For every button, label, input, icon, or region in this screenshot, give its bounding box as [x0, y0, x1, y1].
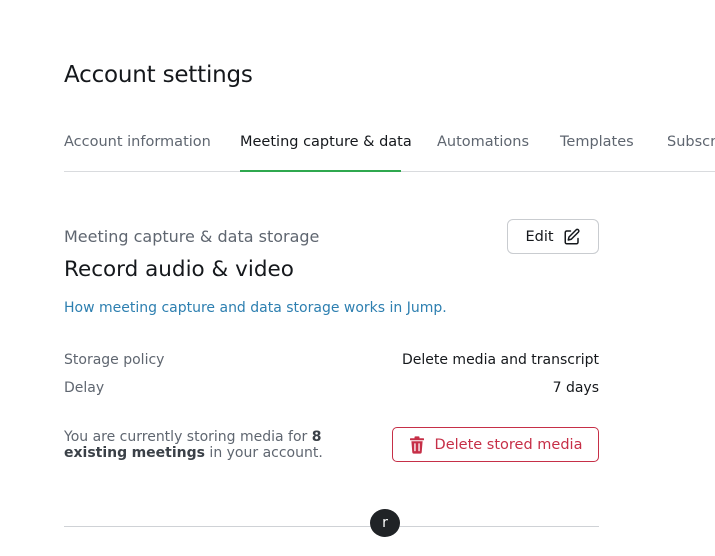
- settings-tabs: Account information Meeting capture & da…: [64, 124, 715, 172]
- edit-button-label: Edit: [525, 228, 554, 245]
- storage-note-meetings: meetings: [131, 445, 205, 461]
- trash-icon: [409, 435, 425, 454]
- storage-note-suffix: in your account.: [204, 445, 323, 461]
- tab-templates[interactable]: Templates: [560, 134, 634, 150]
- delay-value: 7 days: [552, 380, 599, 396]
- storage-policy-value: Delete media and transcript: [401, 352, 599, 368]
- section-title: Record audio & video: [64, 257, 294, 282]
- delete-stored-media-button[interactable]: Delete stored media: [392, 427, 599, 462]
- page-title: Account settings: [64, 62, 253, 88]
- tab-meeting-capture-data[interactable]: Meeting capture & data: [240, 134, 412, 150]
- avatar[interactable]: r: [370, 509, 400, 537]
- storage-policy-label: Storage policy: [64, 352, 165, 368]
- section-label: Meeting capture & data storage: [64, 227, 320, 246]
- storage-note: You are currently storing media for 8 ex…: [64, 429, 374, 461]
- tab-subscription[interactable]: Subscr: [667, 134, 715, 150]
- edit-button[interactable]: Edit: [507, 219, 599, 254]
- tab-account-information[interactable]: Account information: [64, 134, 211, 150]
- delay-label: Delay: [64, 380, 105, 396]
- account-settings-page: Account settings Account information Mee…: [0, 0, 715, 556]
- section-divider: [64, 526, 599, 527]
- active-tab-indicator: [240, 170, 401, 172]
- pencil-square-icon: [563, 228, 581, 246]
- storage-note-prefix: You are currently storing media for: [64, 429, 312, 445]
- tab-automations[interactable]: Automations: [437, 134, 529, 150]
- delete-button-label: Delete stored media: [434, 436, 583, 453]
- help-link[interactable]: How meeting capture and data storage wor…: [64, 300, 447, 316]
